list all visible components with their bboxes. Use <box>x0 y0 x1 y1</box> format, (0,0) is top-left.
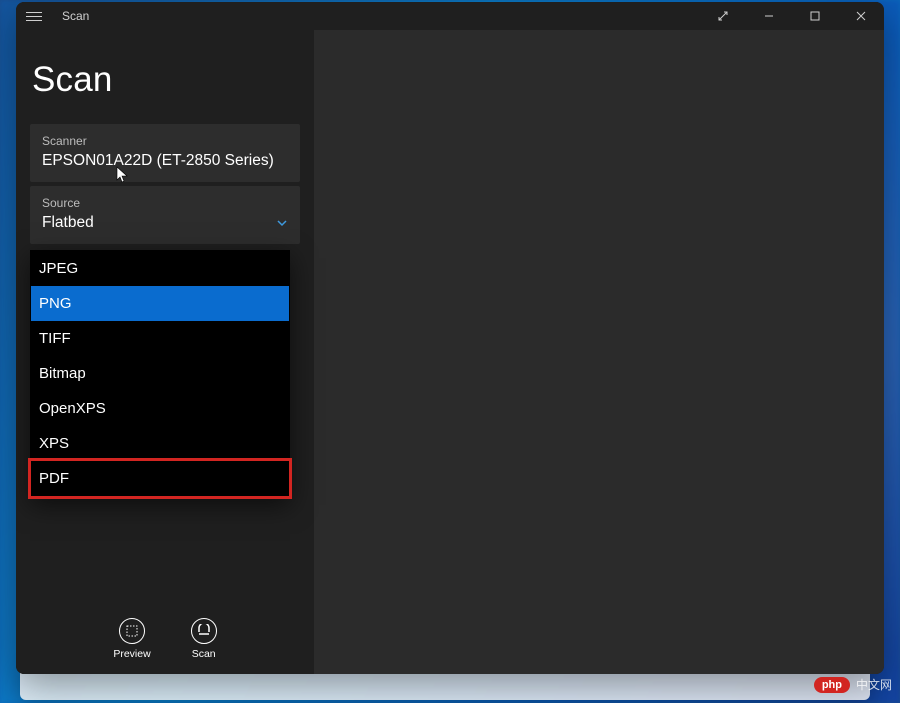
minimize-button[interactable] <box>746 2 792 30</box>
maximize-button[interactable] <box>792 2 838 30</box>
scan-app-window: Scan Scan Scanner EPSON01A22D (ET-2 <box>16 2 884 674</box>
filetype-option-openxps[interactable]: OpenXPS <box>31 391 289 426</box>
watermark: php 中文网 <box>814 676 892 693</box>
filetype-option-bitmap[interactable]: Bitmap <box>31 356 289 391</box>
source-field[interactable]: Source Flatbed <box>30 186 300 244</box>
filetype-option-png[interactable]: PNG <box>31 286 289 321</box>
chevron-down-icon <box>276 217 288 229</box>
filetype-option-pdf[interactable]: PDF <box>31 461 289 496</box>
preview-label: Preview <box>113 648 150 660</box>
filetype-option-jpeg[interactable]: JPEG <box>31 251 289 286</box>
scan-preview-area <box>314 30 884 674</box>
scanner-field[interactable]: Scanner EPSON01A22D (ET-2850 Series) <box>30 124 300 182</box>
filetype-dropdown: JPEG PNG TIFF Bitmap OpenXPS XPS PDF <box>30 250 290 497</box>
scan-button[interactable]: Scan <box>191 618 217 660</box>
watermark-badge: php <box>814 677 850 693</box>
close-button[interactable] <box>838 2 884 30</box>
window-title: Scan <box>62 9 89 23</box>
page-title: Scan <box>32 60 300 100</box>
watermark-text: 中文网 <box>856 676 892 693</box>
scan-label: Scan <box>192 648 216 660</box>
filetype-option-tiff[interactable]: TIFF <box>31 321 289 356</box>
scan-icon <box>191 618 217 644</box>
scanner-value: EPSON01A22D (ET-2850 Series) <box>42 152 274 170</box>
scanner-label: Scanner <box>42 134 288 148</box>
preview-button[interactable]: Preview <box>113 618 150 660</box>
filetype-option-xps[interactable]: XPS <box>31 426 289 461</box>
source-label: Source <box>42 196 288 210</box>
settings-side-panel: Scan Scanner EPSON01A22D (ET-2850 Series… <box>16 30 314 674</box>
menu-hamburger-icon[interactable] <box>24 6 44 26</box>
preview-icon <box>119 618 145 644</box>
titlebar: Scan <box>16 2 884 30</box>
source-value: Flatbed <box>42 214 94 232</box>
diagonal-resize-icon[interactable] <box>700 2 746 30</box>
